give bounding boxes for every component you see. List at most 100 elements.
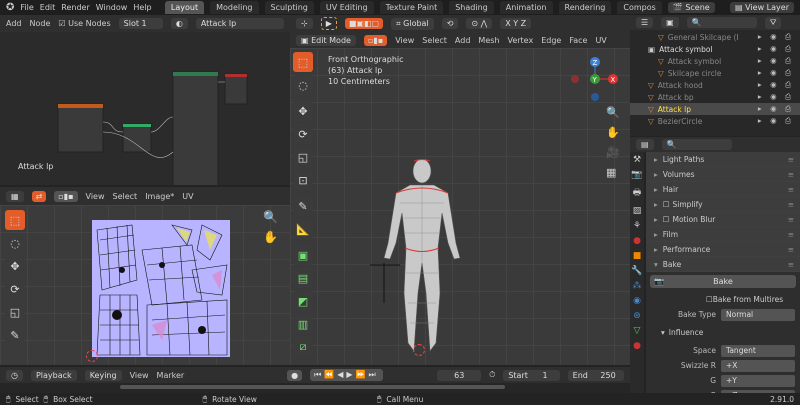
zoom-view-icon[interactable]: 🔍 bbox=[606, 106, 620, 119]
panel-checkbox[interactable]: ☐ bbox=[663, 200, 670, 209]
cursor-tool-icon[interactable]: ◌ bbox=[293, 75, 313, 95]
inset-tool-icon[interactable]: ▤ bbox=[293, 268, 313, 288]
tab-uv-editing[interactable]: UV Editing bbox=[319, 1, 374, 14]
panel-simplify[interactable]: ▸ ☐ Simplify ≡ bbox=[646, 197, 800, 212]
viewport-canvas[interactable]: ⬚ ◌ ✥ ⟳ ◱ ⊡ ✎ 📐 ▣ ▤ ◩ ▥ ⧄ Front Orthogra… bbox=[290, 48, 630, 365]
constraints-tab-icon[interactable]: ⊛ bbox=[633, 311, 641, 321]
bake-button[interactable]: 📷 Bake bbox=[650, 275, 796, 288]
bevel-tool-icon[interactable]: ◩ bbox=[293, 291, 313, 311]
snap-icon[interactable]: ⟲ bbox=[441, 18, 459, 29]
blender-logo-icon[interactable]: ✪ bbox=[6, 2, 14, 13]
editor-type-icon[interactable]: ▦ bbox=[6, 190, 24, 202]
menu-node[interactable]: Node bbox=[30, 19, 51, 28]
menu-add[interactable]: Add bbox=[6, 19, 22, 28]
menu-render[interactable]: Render bbox=[61, 3, 89, 12]
select-mode-set-icon[interactable]: ■▣◧▢ bbox=[344, 18, 384, 29]
select-circle-icon[interactable]: ◌ bbox=[5, 233, 25, 253]
tweak-tool-icon[interactable]: ⬚ bbox=[5, 210, 25, 230]
transform-pivot-icon[interactable]: ⊹ bbox=[296, 18, 313, 29]
slot-dropdown[interactable]: Slot 1 bbox=[118, 18, 163, 29]
tab-rendering[interactable]: Rendering bbox=[558, 1, 612, 14]
outliner-item[interactable]: ▽ Skilcape circle ▸ ◉ ⎙ bbox=[630, 67, 800, 79]
menu-edge[interactable]: Edge bbox=[541, 36, 561, 45]
panel-film[interactable]: ▸ Film ≡ bbox=[646, 227, 800, 242]
outliner-item[interactable]: ▽ Attack bp ▸ ◉ ⎙ bbox=[630, 91, 800, 103]
properties-editor-icon[interactable]: ▤ bbox=[636, 139, 654, 150]
current-frame-field[interactable]: 63 bbox=[437, 369, 482, 381]
uv-menu-select[interactable]: Select bbox=[113, 192, 138, 201]
outliner-item[interactable]: ▽ Attack lp ▸ ◉ ⎙ bbox=[630, 103, 800, 115]
measure-tool-icon[interactable]: 📐 bbox=[293, 219, 313, 239]
end-frame-field[interactable]: End 250 bbox=[567, 369, 624, 381]
drag-handle-icon[interactable]: ≡ bbox=[788, 245, 800, 254]
knife-tool-icon[interactable]: ⧄ bbox=[293, 337, 313, 357]
select-box-icon[interactable]: ▶ bbox=[320, 17, 337, 30]
drag-handle-icon[interactable]: ≡ bbox=[788, 260, 800, 269]
tab-sculpting[interactable]: Sculpting bbox=[264, 1, 314, 14]
outliner-item[interactable]: ▽ General Skilcape (I ▸ ◉ ⎙ bbox=[630, 31, 800, 43]
outliner-item[interactable]: ▣ Attack symbol ▸ ◉ ⎙ bbox=[630, 43, 800, 55]
menu-edit[interactable]: Edit bbox=[40, 3, 56, 12]
bake-from-multires-checkbox[interactable]: ☐ Bake from Multires bbox=[646, 293, 800, 306]
ortho-toggle-icon[interactable]: ▦ bbox=[606, 166, 616, 179]
scene-selector[interactable]: 🎬 Scene bbox=[667, 2, 715, 13]
panel-hair[interactable]: ▸ Hair ≡ bbox=[646, 182, 800, 197]
menu-file[interactable]: File bbox=[20, 3, 33, 12]
world-tab-icon[interactable]: ● bbox=[633, 236, 641, 246]
orientation-dropdown[interactable]: ⌗ Global bbox=[391, 17, 434, 30]
visibility-toggles-icon[interactable]: ▸ ◉ ⎙ bbox=[758, 104, 800, 114]
timeline-scrubber[interactable] bbox=[0, 383, 630, 393]
material-tab-icon[interactable]: ● bbox=[633, 341, 641, 351]
material-browse-icon[interactable]: ◐ bbox=[170, 18, 188, 29]
start-frame-field[interactable]: Start 1 bbox=[503, 369, 560, 381]
menu-mesh[interactable]: Mesh bbox=[478, 36, 499, 45]
visibility-toggles-icon[interactable]: ▸ ◉ ⎙ bbox=[758, 80, 800, 90]
bake-type-dropdown[interactable]: Normal bbox=[721, 308, 795, 321]
menu-select[interactable]: Select bbox=[422, 36, 447, 45]
tab-modeling[interactable]: Modeling bbox=[210, 1, 259, 14]
scale-tool-icon[interactable]: ◱ bbox=[5, 302, 25, 322]
select-mode-icon[interactable]: ▫▮▪ bbox=[54, 190, 78, 202]
keying-dropdown[interactable]: Keying bbox=[84, 369, 122, 381]
zoom-icon[interactable]: 🔍 bbox=[263, 210, 278, 224]
visibility-toggles-icon[interactable]: ▸ ◉ ⎙ bbox=[758, 92, 800, 102]
panel-motion-blur[interactable]: ▸ ☐ Motion Blur ≡ bbox=[646, 212, 800, 227]
view-filter-icon[interactable]: ▣ bbox=[661, 17, 679, 28]
physics-tab-icon[interactable]: ◉ bbox=[633, 296, 641, 306]
pan-hand-icon[interactable]: ✋ bbox=[263, 230, 278, 244]
menu-add-mesh[interactable]: Add bbox=[455, 36, 471, 45]
loop-cut-tool-icon[interactable]: ▥ bbox=[293, 314, 313, 334]
preview-range-icon[interactable]: ⏱ bbox=[489, 370, 495, 380]
drag-handle-icon[interactable]: ≡ bbox=[788, 215, 800, 224]
space-dropdown[interactable]: Tangent bbox=[721, 344, 795, 357]
properties-search-input[interactable]: 🔍 bbox=[661, 139, 732, 150]
mesh-select-mode-icon[interactable]: ▫▮▪ bbox=[364, 34, 388, 46]
extrude-tool-icon[interactable]: ▣ bbox=[293, 245, 313, 265]
rotate-tool-icon[interactable]: ⟳ bbox=[293, 124, 313, 144]
uv-menu-view[interactable]: View bbox=[86, 192, 105, 201]
move-tool-icon[interactable]: ✥ bbox=[293, 101, 313, 121]
camera-view-icon[interactable]: 🎥 bbox=[606, 146, 620, 159]
panel-light-paths[interactable]: ▸ Light Paths ≡ bbox=[646, 152, 800, 167]
playback-dropdown[interactable]: Playback bbox=[30, 369, 77, 381]
menu-vertex[interactable]: Vertex bbox=[507, 36, 533, 45]
outliner-item[interactable]: ▽ Attack hood ▸ ◉ ⎙ bbox=[630, 79, 800, 91]
view-layer-tab-icon[interactable]: ▨ bbox=[633, 206, 642, 216]
proportional-edit-icon[interactable]: ⊙ ⋀ bbox=[466, 18, 493, 29]
auto-keying-icon[interactable]: ● bbox=[287, 369, 303, 381]
outliner-item[interactable]: ▽ Attack symbol ▸ ◉ ⎙ bbox=[630, 55, 800, 67]
drag-handle-icon[interactable]: ≡ bbox=[788, 185, 800, 194]
visibility-toggles-icon[interactable]: ▸ ◉ ⎙ bbox=[758, 56, 800, 66]
outliner-search-input[interactable]: 🔍 bbox=[686, 17, 757, 28]
display-mode-icon[interactable]: ☰ bbox=[636, 17, 654, 28]
node-editor-canvas[interactable]: Attack lp bbox=[0, 32, 290, 203]
tab-compositing[interactable]: Compos bbox=[617, 1, 662, 14]
particles-tab-icon[interactable]: ⁂ bbox=[633, 281, 642, 291]
visibility-toggles-icon[interactable]: ▸ ◉ ⎙ bbox=[758, 32, 800, 42]
annotate-tool-icon[interactable]: ✎ bbox=[293, 196, 313, 216]
menu-view[interactable]: View bbox=[395, 36, 414, 45]
drag-handle-icon[interactable]: ≡ bbox=[788, 230, 800, 239]
output-tab-icon[interactable]: 🖶 bbox=[633, 185, 642, 201]
playback-controls[interactable]: ⏮⏪◀▶⏩⏭ bbox=[310, 369, 383, 381]
timeline-menu-view[interactable]: View bbox=[130, 371, 149, 380]
